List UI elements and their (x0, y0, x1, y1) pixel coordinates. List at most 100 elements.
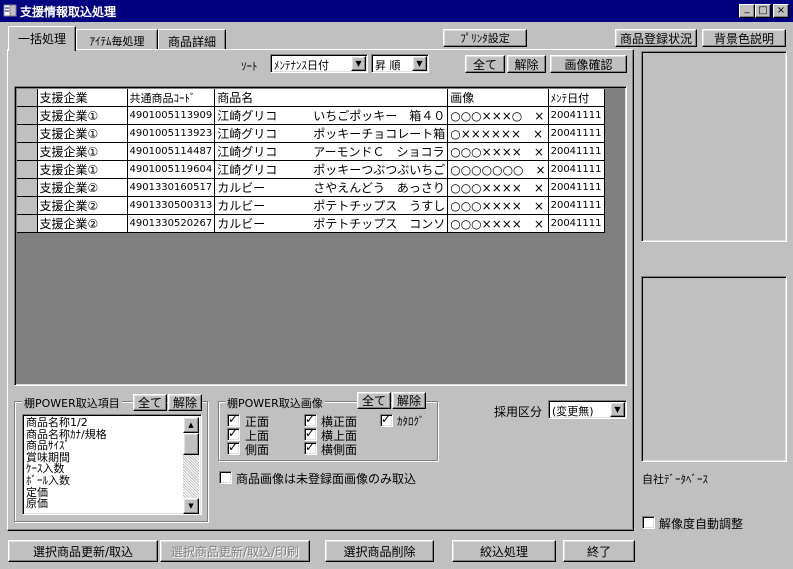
product-registration-status-button[interactable]: 商品登録状況 (615, 29, 697, 47)
table-row[interactable]: 支援企業① 4901005113909 江崎グリコ いちごポッキー 箱４０ ○○○×××… (17, 106, 605, 125)
list-item[interactable]: 定価 (26, 487, 48, 498)
background-color-description-button[interactable]: 背景色説明 (702, 29, 786, 47)
button-label: 絞込処理 (479, 544, 528, 559)
list-item[interactable]: 賞味期間 (26, 452, 70, 463)
sort-field-select[interactable]: ﾒﾝﾃﾅﾝｽ日付 ▼ (270, 54, 368, 73)
sort-label: ｿｰﾄ (241, 60, 258, 73)
cell-date: 20041111 (548, 196, 605, 215)
table-row[interactable]: 支援企業① 4901005119604 江崎グリコ ポッキーつぶつぶいちご ○○○○○○… (17, 160, 605, 179)
product-grid[interactable]: 支援企業 共通商品ｺｰﾄﾞ 商品名 画像 ﾒﾝﾃ日付 支援企業① 49010051… (14, 86, 627, 386)
unregistered-only-checkbox[interactable] (219, 471, 232, 484)
checkbox-label: ｶﾀﾛｸﾞ (397, 415, 425, 428)
import-images-deselect-button[interactable]: 解除 (392, 392, 426, 409)
exit-button[interactable]: 終了 (563, 540, 635, 562)
chevron-down-icon[interactable]: ▼ (351, 56, 366, 71)
button-label: 終了 (586, 544, 611, 559)
scroll-down-icon[interactable]: ▼ (183, 498, 199, 514)
column-header[interactable]: ﾒﾝﾃ日付 (548, 89, 605, 107)
import-items-deselect-button[interactable]: 解除 (168, 394, 202, 411)
maximize-button[interactable]: □ (755, 4, 771, 18)
checkbox-catalog[interactable]: ✓ (380, 412, 393, 427)
cell-name: いちごポッキー 箱４０ (313, 109, 446, 123)
row-selector[interactable] (17, 160, 38, 179)
row-selector[interactable] (17, 214, 38, 233)
auto-resolution-checkbox[interactable] (642, 516, 655, 529)
scroll-up-icon[interactable]: ▲ (183, 417, 199, 433)
chevron-down-icon[interactable]: ▼ (610, 402, 625, 417)
tab-product-details[interactable]: 商品詳細 (158, 29, 226, 50)
cell-date: 20041111 (548, 178, 605, 197)
table-row[interactable]: 支援企業② 4901330520267 カルビー ポテトチップス コンソ ○○○××××… (17, 214, 605, 233)
table-row[interactable]: 支援企業① 4901005113923 江崎グリコ ポッキーチョコレート箱 ○×××××… (17, 124, 605, 143)
row-selector[interactable] (17, 106, 38, 125)
product-table: 支援企業 共通商品ｺｰﾄﾞ 商品名 画像 ﾒﾝﾃ日付 支援企業① 49010051… (17, 89, 605, 233)
import-items-select-all-button[interactable]: 全て (133, 394, 167, 411)
import-items-listbox[interactable]: 商品名称1/2 商品名称ｶﾅ/規格 商品ｻｲｽﾞ 賞味期間 ｹｰｽ入数 ﾎﾞｰﾙ入数 定価原… (22, 414, 202, 515)
row-selector[interactable] (17, 178, 38, 197)
chevron-down-icon[interactable]: ▼ (412, 56, 427, 71)
sort-order-select[interactable]: 昇 順 ▼ (371, 54, 429, 73)
close-button[interactable]: × (773, 4, 789, 18)
cell-company: 支援企業② (37, 196, 128, 215)
update-import-button[interactable]: 選択商品更新/取込 (8, 540, 158, 562)
column-header[interactable]: 商品名 (214, 89, 449, 107)
tab-item-processing[interactable]: ｱｲﾃﾑ毎処理 (76, 29, 158, 50)
tab-batch-processing[interactable]: 一括処理 (8, 26, 76, 51)
column-header[interactable]: 支援企業 (37, 89, 128, 107)
table-row[interactable]: 支援企業② 4901330160517 カルビー さやえんどう あっさり ○○○××××… (17, 178, 605, 197)
cell-maker: 江崎グリコ (217, 163, 278, 177)
import-images-select-all-button[interactable]: 全て (357, 392, 391, 409)
cell-image: ○○○×××× × (447, 178, 549, 197)
column-header[interactable]: 共通商品ｺｰﾄﾞ (127, 89, 216, 107)
unregistered-only-label: 商品画像は未登録面画像のみ取込 (236, 472, 417, 486)
cell-product-name: 江崎グリコ ポッキーつぶつぶいちご (214, 160, 449, 179)
cell-product-name: 江崎グリコ アーモンドＣ ショコラ (214, 142, 449, 161)
grid-select-all-button[interactable]: 全て (465, 55, 505, 73)
cell-date: 20041111 (548, 124, 605, 143)
cell-image: ○○○×××○ × (447, 106, 549, 125)
list-item[interactable]: ﾎﾞｰﾙ入数 (26, 475, 70, 486)
cell-maker: カルビー (217, 217, 266, 231)
window-title: 支援情報取込処理 (20, 5, 117, 19)
cell-product-name: カルビー ポテトチップス コンソ (214, 214, 449, 233)
adoption-value: (変更無) (552, 405, 594, 418)
checkbox-side-side[interactable]: ✓ (304, 440, 317, 455)
button-label: 選択商品更新/取込/印刷 (170, 544, 300, 559)
scroll-thumb[interactable] (183, 433, 199, 455)
button-label: ﾌﾟﾘﾝﾀ設定 (460, 32, 510, 45)
cell-product-name: カルビー ポテトチップス うすし (214, 196, 449, 215)
cell-date: 20041111 (548, 214, 605, 233)
row-selector[interactable] (17, 142, 38, 161)
tab-label: 一括処理 (17, 32, 66, 46)
row-selector[interactable] (17, 124, 38, 143)
update-import-print-button[interactable]: 選択商品更新/取込/印刷 (160, 540, 310, 562)
checkbox-side[interactable]: ✓ (227, 440, 240, 455)
grid-deselect-button[interactable]: 解除 (507, 55, 546, 73)
cell-date: 20041111 (548, 142, 605, 161)
delete-selected-button[interactable]: 選択商品削除 (325, 540, 434, 562)
table-row[interactable]: 支援企業② 4901330500313 カルビー ポテトチップス うすし ○○○××××… (17, 196, 605, 215)
list-item[interactable]: 商品名称ｶﾅ/規格 (26, 429, 107, 440)
filter-button[interactable]: 絞込処理 (452, 540, 556, 562)
listbox-scrollbar[interactable]: ▲ ▼ (183, 417, 199, 514)
button-label: 全て (361, 394, 386, 408)
minimize-button[interactable]: _ (739, 3, 755, 18)
list-item[interactable]: 商品名称1/2 (26, 417, 88, 428)
cell-company: 支援企業② (37, 214, 128, 233)
cell-code: 4901005114487 (127, 142, 216, 161)
cell-name: ポッキーつぶつぶいちご (313, 163, 446, 177)
cell-code: 4901330520267 (127, 214, 216, 233)
print-settings-button[interactable]: ﾌﾟﾘﾝﾀ設定 (443, 29, 527, 47)
list-item[interactable]: ｹｰｽ入数 (26, 463, 65, 474)
cell-code: 4901330500313 (127, 196, 216, 215)
cell-product-name: 江崎グリコ いちごポッキー 箱４０ (214, 106, 449, 125)
title-bar[interactable]: 支援情報取込処理 _ □ × (0, 0, 793, 22)
table-row[interactable]: 支援企業① 4901005114487 江崎グリコ アーモンドＣ ショコラ ○○○×××… (17, 142, 605, 161)
list-item[interactable]: 商品ｻｲｽﾞ (26, 440, 70, 451)
column-header[interactable]: 画像 (447, 89, 549, 107)
image-check-button[interactable]: 画像確認 (550, 55, 627, 73)
cell-name: ポテトチップス うすし (313, 199, 446, 213)
list-item[interactable]: 原価 (26, 498, 48, 509)
adoption-select[interactable]: (変更無) ▼ (548, 400, 627, 419)
row-selector[interactable] (17, 196, 38, 215)
